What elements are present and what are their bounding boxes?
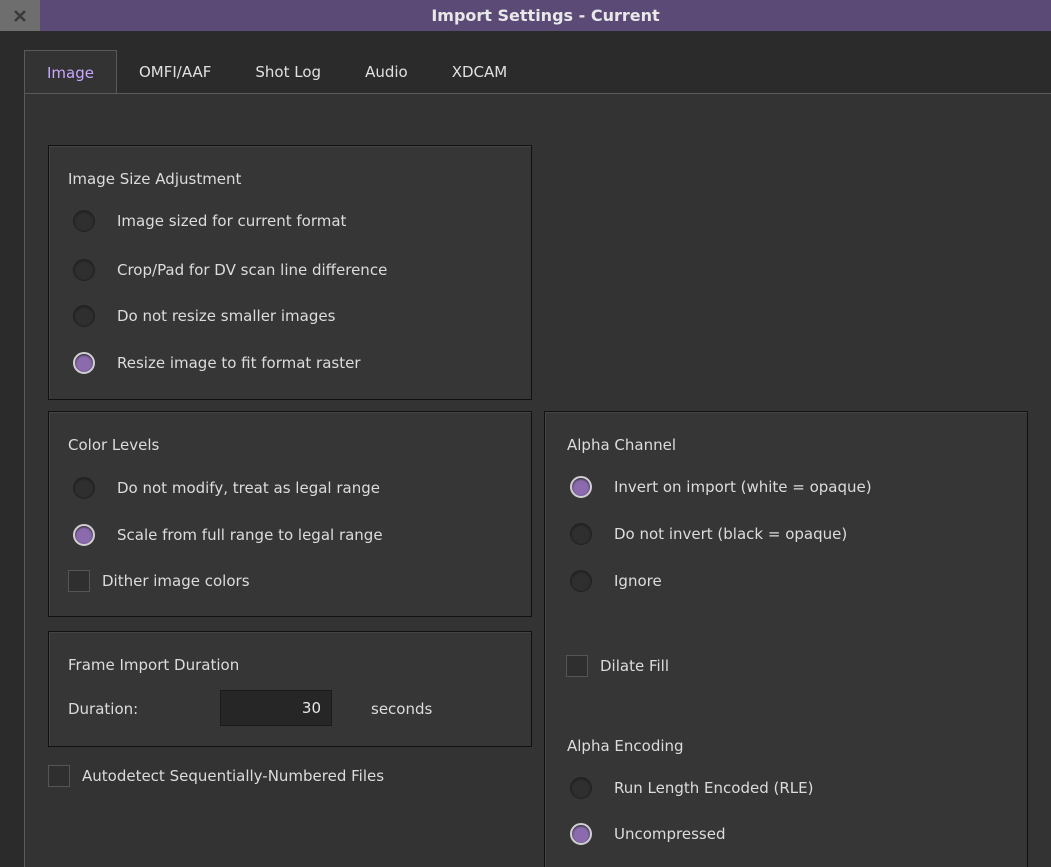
radio-button[interactable] bbox=[570, 777, 592, 799]
tab-content-image: Image Size Adjustment Image sized for cu… bbox=[24, 93, 1051, 867]
radio-image-sized-current[interactable]: Image sized for current format bbox=[73, 209, 346, 233]
checkbox-label: Dither image colors bbox=[102, 572, 250, 590]
tab-image[interactable]: Image bbox=[24, 50, 117, 94]
radio-label: Ignore bbox=[614, 572, 662, 590]
checkbox[interactable] bbox=[48, 765, 70, 787]
dialog-body: Image OMFI/AAF Shot Log Audio XDCAM Imag… bbox=[0, 31, 1051, 867]
tab-xdcam[interactable]: XDCAM bbox=[430, 50, 530, 94]
radio-do-not-invert[interactable]: Do not invert (black = opaque) bbox=[570, 522, 847, 546]
radio-label: Run Length Encoded (RLE) bbox=[614, 779, 814, 797]
radio-button[interactable] bbox=[73, 210, 95, 232]
alpha-encoding-title: Alpha Encoding bbox=[567, 737, 684, 755]
duration-input[interactable] bbox=[220, 690, 332, 726]
radio-label: Do not modify, treat as legal range bbox=[117, 479, 380, 497]
frame-import-panel: Frame Import Duration Duration: seconds bbox=[48, 631, 532, 747]
radio-do-not-modify[interactable]: Do not modify, treat as legal range bbox=[73, 476, 380, 500]
close-icon bbox=[14, 9, 26, 22]
frame-import-title: Frame Import Duration bbox=[68, 656, 240, 674]
checkbox-dither-colors[interactable]: Dither image colors bbox=[68, 569, 250, 593]
radio-uncompressed[interactable]: Uncompressed bbox=[570, 822, 726, 846]
radio-rle[interactable]: Run Length Encoded (RLE) bbox=[570, 776, 813, 800]
checkbox-autodetect-sequential[interactable]: Autodetect Sequentially-Numbered Files bbox=[48, 764, 384, 788]
title-bar: Import Settings - Current bbox=[0, 0, 1051, 31]
tab-bar: Image OMFI/AAF Shot Log Audio XDCAM bbox=[24, 50, 529, 94]
image-size-title: Image Size Adjustment bbox=[68, 170, 242, 188]
radio-label: Crop/Pad for DV scan line difference bbox=[117, 261, 388, 279]
radio-button[interactable] bbox=[73, 305, 95, 327]
tab-audio[interactable]: Audio bbox=[343, 50, 430, 94]
tab-omfi-aaf[interactable]: OMFI/AAF bbox=[117, 50, 233, 94]
radio-invert-on-import[interactable]: Invert on import (white = opaque) bbox=[570, 475, 872, 499]
checkbox-label: Autodetect Sequentially-Numbered Files bbox=[82, 767, 385, 785]
tab-shot-log[interactable]: Shot Log bbox=[233, 50, 343, 94]
radio-ignore[interactable]: Ignore bbox=[570, 569, 662, 593]
radio-label: Resize image to fit format raster bbox=[117, 354, 361, 372]
radio-resize-fit-raster[interactable]: Resize image to fit format raster bbox=[73, 351, 361, 375]
radio-scale-full-to-legal[interactable]: Scale from full range to legal range bbox=[73, 523, 383, 547]
radio-label: Scale from full range to legal range bbox=[117, 526, 383, 544]
radio-button-selected[interactable] bbox=[73, 524, 95, 546]
radio-label: Do not invert (black = opaque) bbox=[614, 525, 848, 543]
close-button[interactable] bbox=[0, 0, 40, 31]
radio-button-selected[interactable] bbox=[570, 823, 592, 845]
radio-button[interactable] bbox=[73, 477, 95, 499]
radio-button[interactable] bbox=[570, 570, 592, 592]
radio-label: Do not resize smaller images bbox=[117, 307, 336, 325]
color-levels-panel: Color Levels Do not modify, treat as leg… bbox=[48, 411, 532, 617]
radio-button-selected[interactable] bbox=[570, 476, 592, 498]
radio-label: Image sized for current format bbox=[117, 212, 347, 230]
radio-do-not-resize[interactable]: Do not resize smaller images bbox=[73, 304, 335, 328]
alpha-channel-panel: Alpha Channel Invert on import (white = … bbox=[544, 411, 1028, 867]
alpha-channel-title: Alpha Channel bbox=[567, 436, 676, 454]
radio-crop-pad-dv[interactable]: Crop/Pad for DV scan line difference bbox=[73, 258, 387, 282]
checkbox-dilate-fill[interactable]: Dilate Fill bbox=[566, 654, 669, 678]
checkbox[interactable] bbox=[68, 570, 90, 592]
radio-button[interactable] bbox=[73, 259, 95, 281]
window-title: Import Settings - Current bbox=[431, 6, 660, 25]
duration-label: Duration: bbox=[68, 700, 139, 718]
radio-button[interactable] bbox=[570, 523, 592, 545]
color-levels-title: Color Levels bbox=[68, 436, 160, 454]
radio-button-selected[interactable] bbox=[73, 352, 95, 374]
image-size-panel: Image Size Adjustment Image sized for cu… bbox=[48, 145, 532, 400]
radio-label: Uncompressed bbox=[614, 825, 726, 843]
checkbox-label: Dilate Fill bbox=[600, 657, 669, 675]
checkbox[interactable] bbox=[566, 655, 588, 677]
duration-unit: seconds bbox=[371, 700, 433, 718]
radio-label: Invert on import (white = opaque) bbox=[614, 478, 872, 496]
